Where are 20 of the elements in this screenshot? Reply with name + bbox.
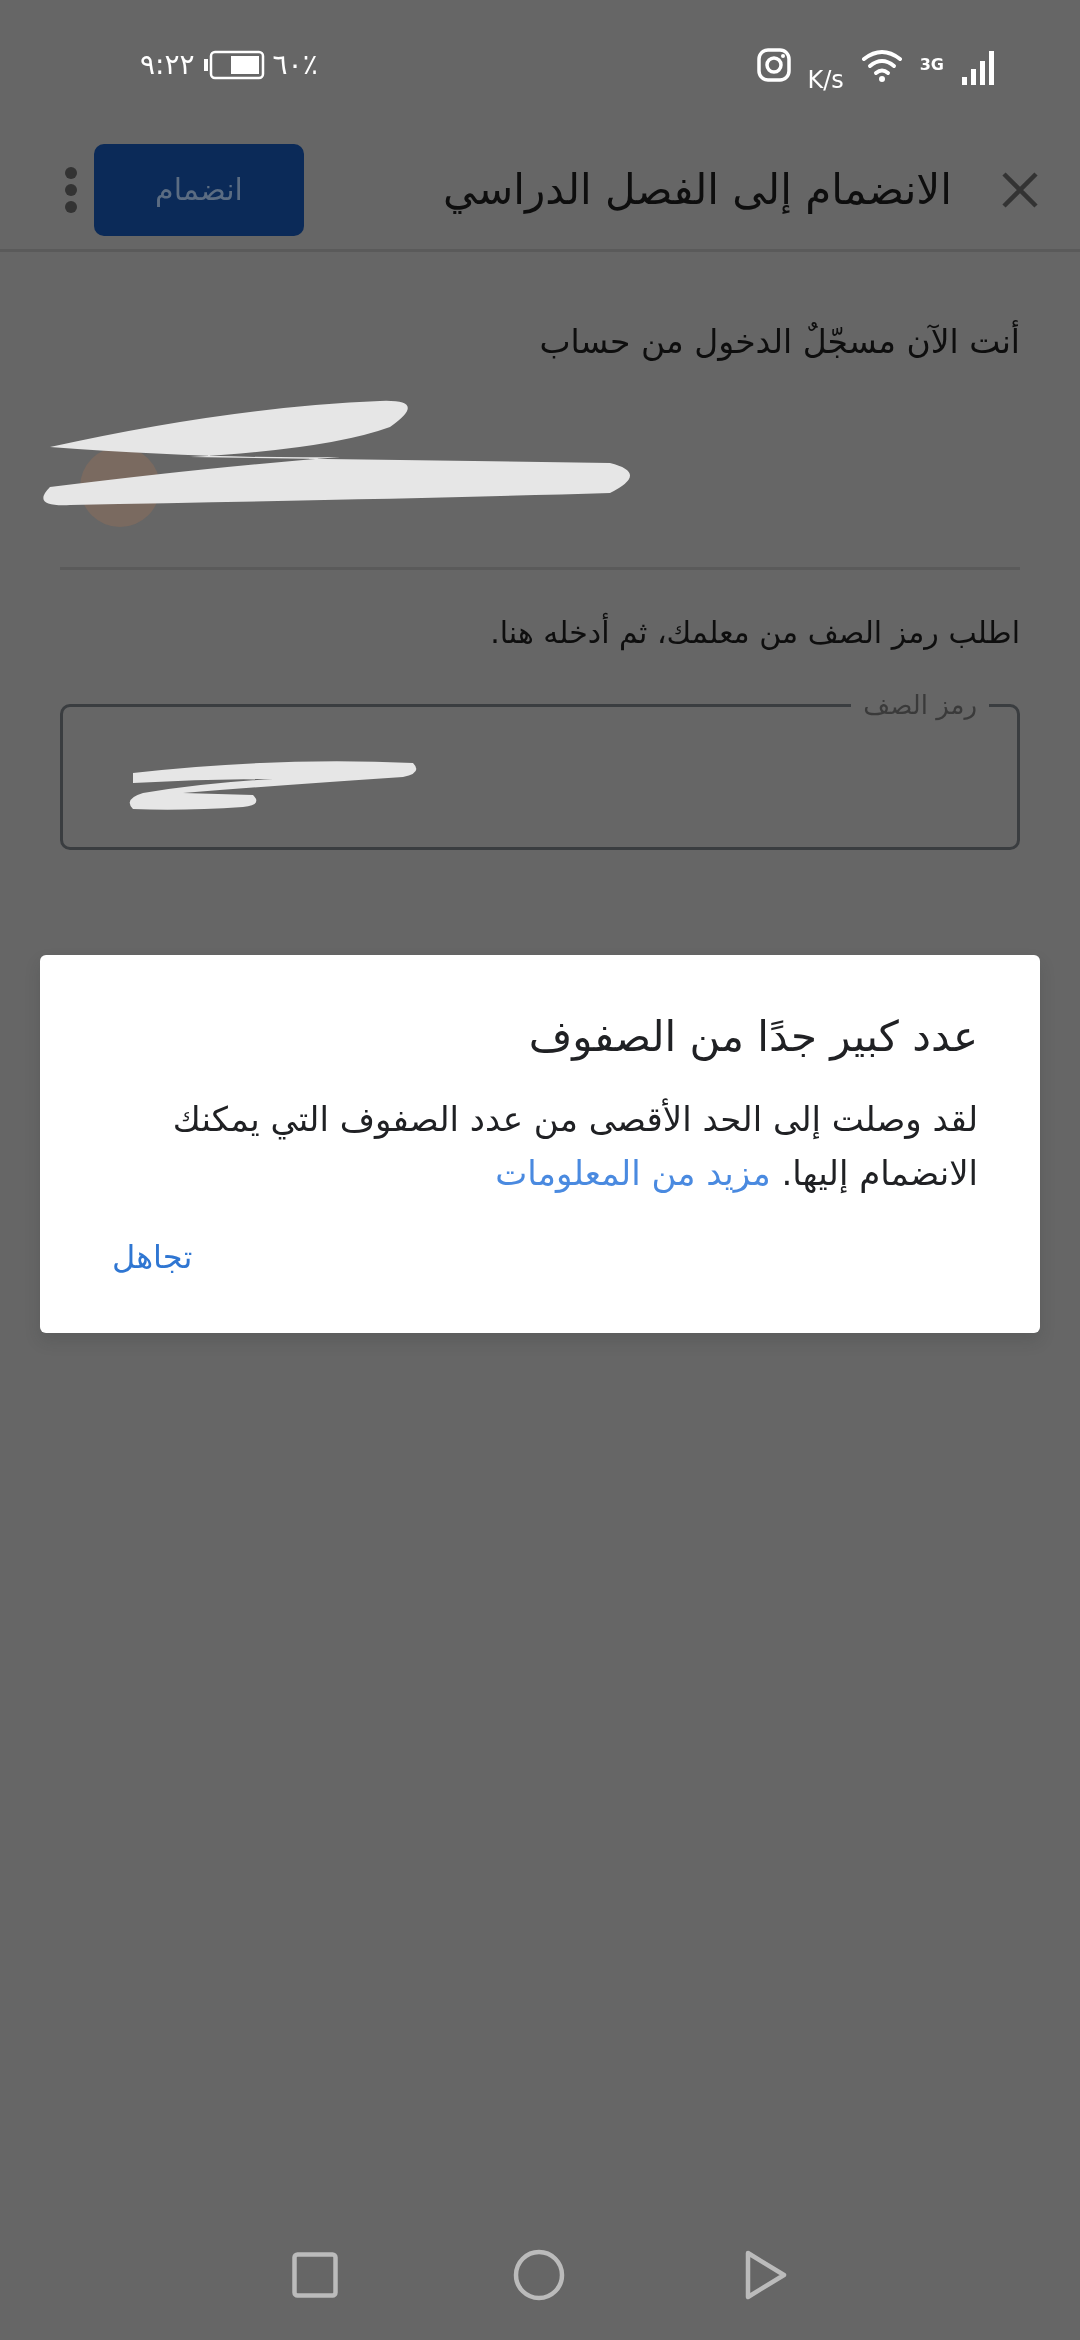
instruction-text: اطلب رمز الصف من معلمك، ثم أدخله هنا. [489, 611, 1020, 653]
battery-percent: ٪٦٠ [272, 47, 318, 83]
more-options-icon [64, 165, 78, 214]
account-label: أنت الآن مسجّلٌ الدخول من حساب [538, 319, 1020, 363]
status-time: ٩:٢٢ [140, 47, 195, 83]
network-speed: K/s [807, 65, 844, 96]
close-button[interactable] [1000, 169, 1040, 210]
dialog-title: عدد كبير جدًا من الصفوف [527, 1011, 978, 1063]
wifi-icon [859, 47, 904, 83]
learn-more-link[interactable]: مزيد من المعلومات [495, 1153, 771, 1194]
screen-title: الانضمام إلى الفصل الدراسي [442, 164, 952, 216]
close-icon [1000, 169, 1040, 210]
recents-icon[interactable] [292, 2252, 338, 2298]
network-type: 3G [919, 54, 944, 76]
menu-button[interactable] [64, 165, 78, 214]
home-icon[interactable] [513, 2249, 565, 2301]
dismiss-button[interactable]: تجاهل [102, 1224, 203, 1289]
instagram-icon [757, 48, 792, 82]
dialog-message: لقد وصلت إلى الحد الأقصى من عدد الصفوف التي يمكنك الانضمام إليها. مزيد من المعلومات [171, 1097, 978, 1196]
battery-icon [202, 50, 265, 80]
